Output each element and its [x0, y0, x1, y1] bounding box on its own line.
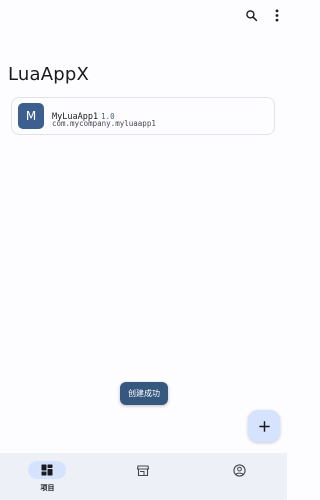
project-avatar: M — [18, 103, 44, 129]
page-title: LuaAppX — [8, 64, 90, 85]
nav-item-store[interactable] — [96, 453, 191, 500]
toast-message: 创建成功 — [120, 382, 168, 405]
search-icon[interactable] — [240, 4, 262, 26]
nav-label-projects: 项目 — [40, 484, 55, 492]
more-vert-icon[interactable] — [266, 4, 288, 26]
bottom-navigation: 项目 — [0, 453, 287, 500]
add-project-button[interactable] — [248, 410, 280, 442]
top-app-bar — [0, 0, 287, 30]
nav-item-account[interactable] — [192, 453, 287, 500]
dashboard-icon — [40, 463, 54, 477]
project-package: com.mycompany.myluaapp1 — [52, 119, 156, 128]
account-circle-icon — [232, 463, 246, 477]
store-icon — [136, 463, 150, 477]
project-card[interactable]: M MyLuaApp1 1.0 com.mycompany.myluaapp1 — [11, 97, 275, 135]
nav-item-projects[interactable]: 项目 — [0, 453, 95, 500]
plus-icon — [258, 417, 270, 436]
